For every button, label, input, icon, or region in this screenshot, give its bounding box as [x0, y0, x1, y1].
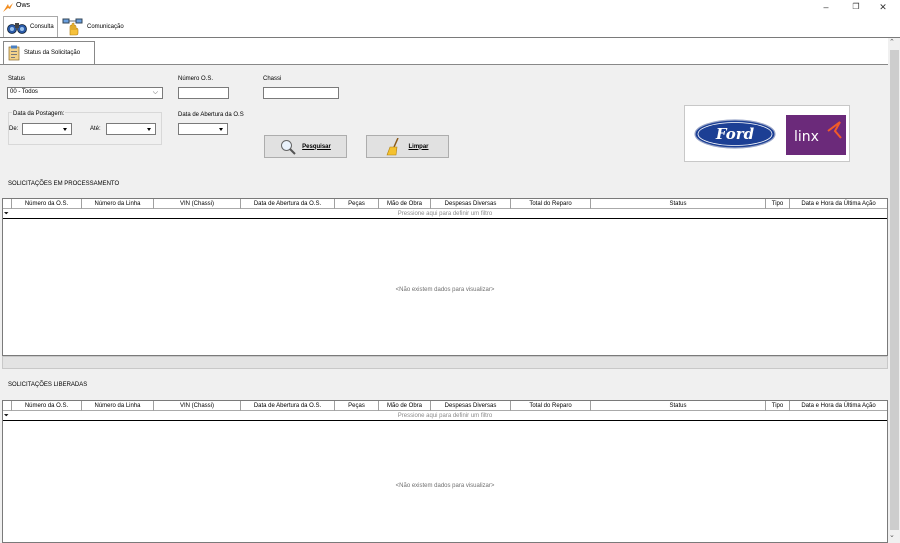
- column-header[interactable]: Despesas Diversas: [431, 401, 511, 411]
- close-button[interactable]: ✕: [876, 1, 890, 13]
- column-header[interactable]: Peças: [335, 401, 379, 411]
- column-header[interactable]: Total do Reparo: [511, 199, 591, 209]
- released-grid-header: Número da O.S. Número da Linha VIN (Chas…: [3, 401, 887, 411]
- minimize-button[interactable]: –: [819, 1, 833, 13]
- binoculars-icon: [7, 22, 27, 34]
- data-abertura-label: Data de Abertura da O.S: [178, 112, 244, 118]
- app-logo-icon: [3, 3, 13, 12]
- tab-status-solicitacao[interactable]: Status da Solicitação: [3, 41, 95, 64]
- nav-consulta[interactable]: Consulta: [3, 16, 58, 37]
- limpar-button[interactable]: Limpar: [366, 135, 449, 158]
- column-header[interactable]: Data e Hora da Última Ação: [790, 401, 887, 411]
- column-header[interactable]: Número da O.S.: [12, 199, 82, 209]
- processing-section: SOLICITAÇÕES EM PROCESSAMENTO Número da …: [0, 168, 888, 372]
- pesquisar-label: Pesquisar: [302, 143, 331, 150]
- column-header[interactable]: Tipo: [766, 199, 790, 209]
- released-grid[interactable]: Número da O.S. Número da Linha VIN (Chas…: [2, 400, 888, 543]
- linx-logo-text: linx: [794, 129, 819, 145]
- dropdown-arrow-icon: [63, 128, 67, 131]
- status-select[interactable]: 00 - Todos ⌵: [7, 87, 163, 99]
- data-postagem-label: Data da Postagem:: [12, 111, 66, 117]
- column-header[interactable]: Data de Abertura da O.S.: [241, 401, 335, 411]
- column-header[interactable]: Status: [591, 401, 766, 411]
- column-header[interactable]: Data e Hora da Última Ação: [790, 199, 887, 209]
- processing-grid-header: Número da O.S. Número da Linha VIN (Chas…: [3, 199, 887, 209]
- ate-label: Até:: [90, 126, 101, 132]
- processing-empty-message: <Não existem dados para visualizar>: [395, 287, 495, 293]
- title-bar: Ows – ❐ ✕: [0, 0, 900, 14]
- processing-title: SOLICITAÇÕES EM PROCESSAMENTO: [8, 181, 120, 187]
- tab-label: Status da Solicitação: [24, 50, 81, 56]
- column-header[interactable]: Mão de Obra: [379, 199, 431, 209]
- column-header[interactable]: Total do Reparo: [511, 401, 591, 411]
- linx-mark-icon: [827, 121, 842, 139]
- released-title: SOLICITAÇÕES LIBERADAS: [8, 382, 88, 388]
- date-from-picker[interactable]: [22, 123, 72, 135]
- scroll-up-icon[interactable]: ⌃: [889, 38, 895, 46]
- numero-os-label: Número O.S.: [178, 76, 214, 82]
- nav-comunicacao-label: Comunicação: [87, 23, 124, 30]
- pesquisar-button[interactable]: Pesquisar: [264, 135, 347, 158]
- processing-footer-bar: [2, 356, 888, 369]
- column-header[interactable]: Mão de Obra: [379, 401, 431, 411]
- column-header[interactable]: Data de Abertura da O.S.: [241, 199, 335, 209]
- dropdown-arrow-icon: [147, 128, 151, 131]
- column-header[interactable]: Número da O.S.: [12, 401, 82, 411]
- brand-logos: Ford linx: [684, 105, 850, 162]
- column-header[interactable]: Número da Linha: [82, 199, 154, 209]
- top-navigation: Consulta Comunicação: [0, 15, 900, 37]
- scrollbar-thumb[interactable]: [890, 50, 899, 530]
- window-title: Ows: [16, 2, 30, 9]
- column-header[interactable]: Peças: [335, 199, 379, 209]
- ford-logo-text: Ford: [715, 125, 755, 143]
- hand-network-icon: [62, 18, 83, 35]
- row-indicator-header: [3, 199, 12, 209]
- vertical-scrollbar[interactable]: ⌃ ⌄: [888, 38, 900, 543]
- status-label: Status: [8, 76, 26, 82]
- chassi-label: Chassi: [263, 76, 282, 82]
- released-filter-row[interactable]: ⏷ Pressione aqui para definir um filtro: [3, 411, 887, 421]
- status-select-value: 00 - Todos: [10, 89, 38, 95]
- numero-os-input[interactable]: [178, 87, 229, 99]
- processing-filter-hint: Pressione aqui para definir um filtro: [397, 211, 493, 217]
- processing-grid[interactable]: Número da O.S. Número da Linha VIN (Chas…: [2, 198, 888, 356]
- column-header[interactable]: VIN (Chassi): [154, 401, 241, 411]
- clipboard-icon: [8, 45, 20, 61]
- nav-comunicacao[interactable]: Comunicação: [59, 16, 131, 37]
- column-header[interactable]: Número da Linha: [82, 401, 154, 411]
- de-label: De:: [9, 126, 19, 132]
- date-to-picker[interactable]: [106, 123, 156, 135]
- column-header[interactable]: VIN (Chassi): [154, 199, 241, 209]
- scroll-down-icon[interactable]: ⌄: [889, 531, 895, 539]
- chassi-input[interactable]: [263, 87, 339, 99]
- released-filter-hint: Pressione aqui para definir um filtro: [397, 413, 493, 419]
- processing-filter-row[interactable]: ⏷ Pressione aqui para definir um filtro: [3, 209, 887, 219]
- filter-panel: Status 00 - Todos ⌵ Número O.S. Chassi D…: [0, 65, 888, 168]
- chevron-down-icon: ⌵: [152, 89, 158, 96]
- broom-icon: [387, 137, 400, 155]
- row-indicator-header: [3, 401, 12, 411]
- released-section: SOLICITAÇÕES LIBERADAS Número da O.S. Nú…: [0, 372, 888, 543]
- limpar-label: Limpar: [408, 143, 429, 150]
- magnifier-icon: [281, 139, 296, 155]
- ford-logo: Ford: [694, 119, 776, 149]
- released-empty-message: <Não existem dados para visualizar>: [395, 483, 495, 489]
- column-header[interactable]: Tipo: [766, 401, 790, 411]
- tab-strip: Status da Solicitação: [0, 38, 890, 65]
- column-header[interactable]: Despesas Diversas: [431, 199, 511, 209]
- data-abertura-picker[interactable]: [178, 123, 228, 135]
- dropdown-arrow-icon: [219, 128, 223, 131]
- maximize-button[interactable]: ❐: [849, 1, 863, 13]
- nav-consulta-label: Consulta: [30, 24, 54, 30]
- column-header[interactable]: Status: [591, 199, 766, 209]
- linx-logo: linx: [786, 115, 846, 155]
